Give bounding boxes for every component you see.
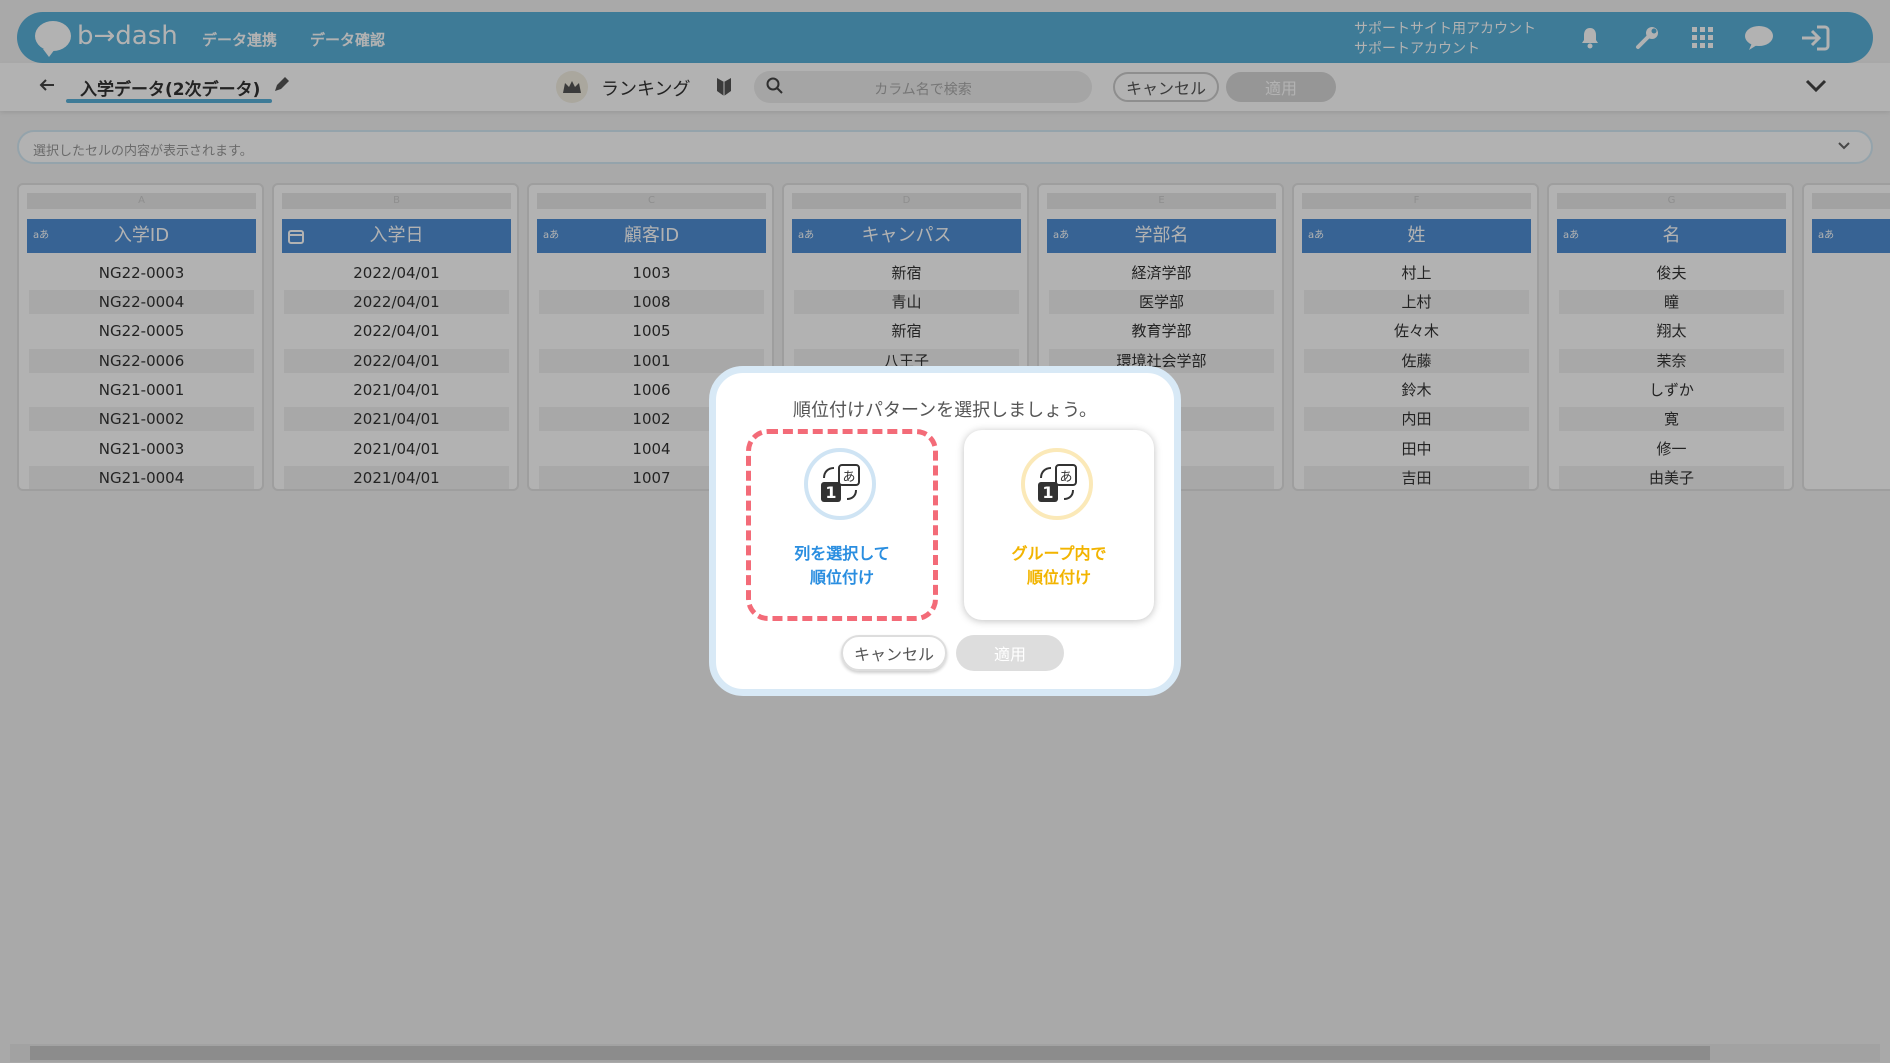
modal-apply-button[interactable]: 適用 bbox=[956, 635, 1064, 671]
ranking-pattern-modal: 順位付けパターンを選択しましょう。 1あ 列を選択して 順位付け 1あ グループ… bbox=[709, 366, 1181, 696]
option2-label-line2: 順位付け bbox=[1026, 568, 1091, 587]
option2-label-line1: グループ内で bbox=[1011, 544, 1107, 563]
option-rank-within-group[interactable]: 1あ グループ内で 順位付け bbox=[964, 430, 1154, 620]
modal-cancel-button[interactable]: キャンセル bbox=[841, 635, 947, 671]
svg-text:あ: あ bbox=[1059, 470, 1072, 485]
rank-icon: 1あ bbox=[1021, 448, 1093, 520]
option2-label: グループ内で 順位付け bbox=[964, 542, 1154, 590]
selection-highlight-dashed-border bbox=[746, 429, 938, 621]
modal-title: 順位付けパターンを選択しましょう。 bbox=[792, 400, 1098, 421]
svg-text:1: 1 bbox=[1042, 483, 1053, 502]
